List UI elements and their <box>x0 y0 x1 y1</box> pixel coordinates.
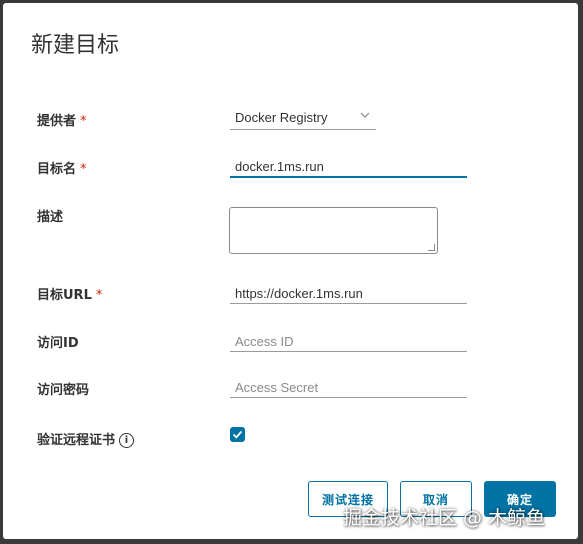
verify-cert-checkbox[interactable] <box>230 427 245 442</box>
access-id-label: 访问ID <box>37 336 79 351</box>
required-mark: * <box>80 114 87 129</box>
provider-label-text: 提供者 <box>37 114 77 129</box>
watermark-text: 掘金技术社区 @ 木鲸鱼 <box>343 507 546 529</box>
access-id-input[interactable] <box>230 328 467 352</box>
provider-select-value: Docker Registry <box>235 110 328 125</box>
chevron-down-icon <box>360 110 370 123</box>
target-name-input[interactable] <box>230 154 467 178</box>
target-url-input[interactable] <box>230 280 467 304</box>
verify-cert-label: 验证远程证书 i <box>37 429 135 448</box>
target-name-label-text: 目标名 <box>37 162 77 177</box>
verify-cert-label-text: 验证远程证书 <box>37 433 116 448</box>
resize-grip-icon[interactable] <box>428 244 435 251</box>
provider-label: 提供者 * <box>37 110 87 129</box>
target-url-label-text: 目标URL <box>37 288 92 303</box>
description-textarea[interactable] <box>229 207 438 254</box>
checkmark-icon <box>232 430 243 439</box>
required-mark: * <box>80 162 87 177</box>
access-secret-label: 访问密码 <box>37 383 90 398</box>
required-mark: * <box>95 288 103 303</box>
new-target-dialog: 新建目标 提供者* Docker Registry 目标名* 描述 目标URL*… <box>3 3 578 539</box>
info-icon[interactable]: i <box>119 433 135 448</box>
access-secret-input[interactable] <box>230 374 467 398</box>
dialog-title: 新建目标 <box>31 33 120 58</box>
provider-select[interactable]: Docker Registry <box>230 106 376 130</box>
description-label: 描述 <box>37 210 64 225</box>
target-name-label: 目标名 * <box>37 158 87 177</box>
target-url-label: 目标URL * <box>37 284 102 303</box>
